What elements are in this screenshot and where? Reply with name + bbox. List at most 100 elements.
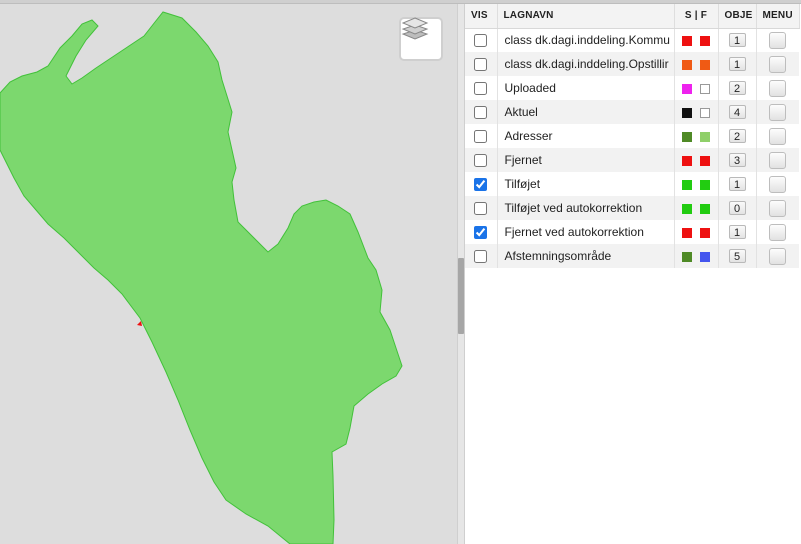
menu-cell [756,172,799,196]
fill-color-swatch[interactable] [699,155,710,166]
layer-menu-button[interactable] [769,223,787,241]
fill-color-swatch[interactable] [699,203,710,214]
stroke-color-swatch[interactable] [681,83,692,94]
visibility-checkbox[interactable] [474,106,488,120]
visibility-checkbox[interactable] [474,130,488,144]
object-count-button[interactable]: 2 [728,129,746,143]
object-count-cell: 1 [718,52,757,76]
visibility-cell [465,100,498,124]
stroke-fill-swatches [674,148,719,172]
header-menu: MENU [756,4,800,29]
visibility-cell [465,148,498,172]
layer-menu-button[interactable] [769,79,787,97]
visibility-checkbox[interactable] [474,226,488,240]
visibility-checkbox[interactable] [474,202,488,216]
header-vis: VIS [465,4,498,29]
visibility-cell [465,28,498,52]
fill-color-swatch[interactable] [699,131,710,142]
layer-row: Adresser 2 [465,124,799,148]
menu-cell [756,148,799,172]
stroke-color-swatch[interactable] [681,59,692,70]
fill-color-swatch[interactable] [699,59,710,70]
visibility-checkbox[interactable] [474,250,488,264]
visibility-checkbox[interactable] [474,58,488,72]
layer-table: VIS LAGNAVN S | F OBJE MENU class dk.dag… [465,4,800,268]
map-view[interactable] [0,4,457,544]
layer-name: class dk.dagi.inddeling.Opstillir [497,52,675,76]
fill-color-swatch[interactable] [699,227,710,238]
stroke-fill-swatches [674,220,719,244]
stroke-color-swatch[interactable] [681,203,692,214]
layer-menu-button[interactable] [769,247,787,265]
visibility-cell [465,244,498,268]
fill-color-swatch[interactable] [699,107,710,118]
menu-cell [756,52,799,76]
layer-menu-button[interactable] [769,127,787,145]
layer-row: Aktuel 4 [465,100,799,124]
layer-row: class dk.dagi.inddeling.Kommu 1 [465,28,799,52]
stroke-color-swatch[interactable] [681,227,692,238]
layer-row: Tilføjet 1 [465,172,799,196]
object-count-button[interactable]: 1 [728,177,746,191]
layer-menu-button[interactable] [769,55,787,73]
menu-cell [756,220,799,244]
object-count-cell: 2 [718,76,757,100]
menu-cell [756,76,799,100]
object-count-button[interactable]: 1 [728,225,746,239]
fill-color-swatch[interactable] [699,83,710,94]
stroke-color-swatch[interactable] [681,107,692,118]
header-layer-name: LAGNAVN [497,4,675,29]
object-count-button[interactable]: 1 [728,57,746,71]
layer-name: Tilføjet [497,172,675,196]
layer-menu-button[interactable] [769,151,787,169]
object-count-cell: 3 [718,148,757,172]
layer-switcher-button[interactable] [399,17,443,61]
stroke-fill-swatches [674,124,719,148]
layer-menu-button[interactable] [769,199,787,217]
stroke-color-swatch[interactable] [681,179,692,190]
layer-menu-button[interactable] [769,31,787,49]
visibility-cell [465,220,498,244]
stroke-color-swatch[interactable] [681,36,692,47]
stroke-fill-swatches [674,244,719,268]
stroke-color-swatch[interactable] [681,131,692,142]
fill-color-swatch[interactable] [699,179,710,190]
object-count-cell: 5 [718,244,757,268]
stroke-fill-swatches [674,28,719,52]
object-count-button[interactable]: 0 [728,201,746,215]
object-count-button[interactable]: 4 [728,105,746,119]
map-canvas[interactable] [0,4,457,544]
layer-row: Afstemningsområde 5 [465,244,799,268]
fill-color-swatch[interactable] [699,251,710,262]
object-count-cell: 1 [718,220,757,244]
visibility-checkbox[interactable] [474,34,488,48]
object-count-button[interactable]: 5 [728,249,746,263]
area-polygon[interactable] [0,11,403,544]
layers-icon [401,17,429,40]
object-count-button[interactable]: 3 [728,153,746,167]
layer-menu-button[interactable] [769,103,787,121]
object-count-button[interactable]: 1 [728,33,746,48]
fill-color-swatch[interactable] [699,36,710,47]
stroke-color-swatch[interactable] [681,155,692,166]
layer-name: Fjernet [497,148,675,172]
stroke-color-swatch[interactable] [681,251,692,262]
layer-menu-button[interactable] [769,175,787,193]
splitter-handle[interactable] [458,258,464,334]
layer-name: Tilføjet ved autokorrektion [497,196,675,220]
visibility-checkbox[interactable] [474,82,488,96]
object-count-cell: 2 [718,124,757,148]
stroke-fill-swatches [674,172,719,196]
menu-cell [756,244,799,268]
layer-name: Uploaded [497,76,675,100]
layer-name: class dk.dagi.inddeling.Kommu [497,28,675,52]
menu-cell [756,28,799,52]
object-count-cell: 4 [718,100,757,124]
stroke-fill-swatches [674,76,719,100]
visibility-checkbox[interactable] [474,154,488,168]
header-stroke-fill: S | F [674,4,719,29]
layer-name: Aktuel [497,100,675,124]
layer-name: Afstemningsområde [497,244,675,268]
object-count-button[interactable]: 2 [728,81,746,95]
visibility-checkbox[interactable] [474,178,488,192]
